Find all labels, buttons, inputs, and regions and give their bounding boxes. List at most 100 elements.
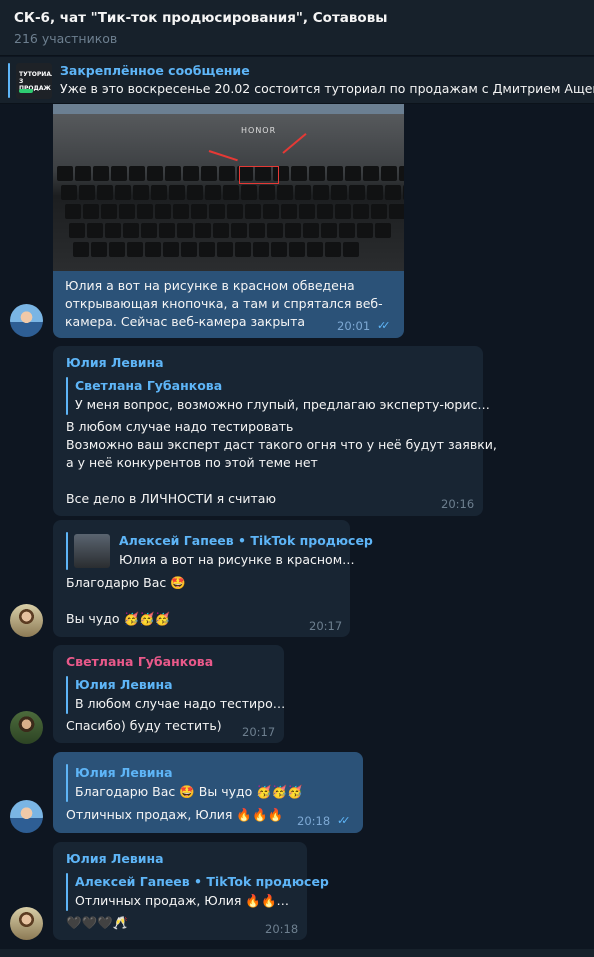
- message-bubble[interactable]: Юлия Левина Благодарю Вас 🤩 Вы чудо 🥳🥳🥳 …: [53, 752, 363, 833]
- reply-text: Отличных продаж, Юлия 🔥🔥…: [75, 893, 290, 908]
- keyboard-key: [327, 166, 343, 181]
- message-text-line: Возможно ваш эксперт даст такого огня чт…: [66, 437, 497, 452]
- pinned-message[interactable]: ТУТОРИАЛЗ ПРОДАЖ Закреплённое сообщение …: [0, 57, 594, 104]
- reply-quote[interactable]: Юлия Левина Благодарю Вас 🤩 Вы чудо 🥳🥳🥳: [66, 764, 356, 802]
- keyboard-key: [307, 242, 323, 257]
- message-time: 20:01: [337, 319, 371, 333]
- keyboard-key: [367, 185, 383, 200]
- reply-author: Алексей Гапеев • TikTok продюсер: [75, 874, 329, 889]
- reply-text: Благодарю Вас 🤩 Вы чудо 🥳🥳🥳: [75, 784, 303, 799]
- keyboard-key: [249, 223, 265, 238]
- keyboard-key: [187, 185, 203, 200]
- reply-quote[interactable]: Алексей Гапеев • TikTok продюсер Отличны…: [66, 873, 329, 911]
- message-bubble[interactable]: Светлана Губанкова Юлия Левина В любом с…: [53, 645, 285, 743]
- keyboard-key: [199, 242, 215, 257]
- keyboard-key: [141, 223, 157, 238]
- red-highlight-box: [239, 166, 279, 184]
- keyboard-key: [195, 223, 211, 238]
- keyboard-key: [353, 204, 369, 219]
- avatar[interactable]: [10, 711, 43, 744]
- keyboard-key: [399, 166, 404, 181]
- message-text-line: Вы чудо 🥳🥳🥳: [66, 611, 171, 626]
- keyboard-key: [75, 166, 91, 181]
- keyboard-key: [321, 223, 337, 238]
- keyboard-key: [253, 242, 269, 257]
- message-text-line: 🖤🖤🖤🥂: [66, 915, 129, 930]
- keyboard-key: [177, 223, 193, 238]
- avatar[interactable]: [10, 304, 43, 337]
- message-author: Юлия Левина: [66, 851, 164, 866]
- message-bubble[interactable]: Алексей Гапеев • TikTok продюсер Юлия а …: [53, 520, 373, 637]
- keyboard-key: [105, 223, 121, 238]
- keyboard-key: [259, 185, 275, 200]
- keyboard-key: [303, 223, 319, 238]
- keyboard-key: [403, 185, 404, 200]
- keyboard-key: [101, 204, 117, 219]
- avatar[interactable]: [10, 907, 43, 940]
- keyboard-key: [137, 204, 153, 219]
- keyboard-key: [65, 204, 81, 219]
- reply-author: Юлия Левина: [75, 677, 173, 692]
- keyboard-key: [331, 185, 347, 200]
- message-text-line: Юлия а вот на рисунке в красном обведена: [65, 278, 355, 293]
- reply-thumbnail: [74, 534, 110, 568]
- keyboard-key: [91, 242, 107, 257]
- pinned-text: Уже в это воскресенье 20.02 состоится ту…: [60, 81, 594, 96]
- reply-quote[interactable]: Юлия Левина В любом случае надо тестиро…: [66, 676, 285, 714]
- reply-quote[interactable]: Алексей Гапеев • TikTok продюсер Юлия а …: [66, 532, 373, 570]
- keyboard-key: [281, 204, 297, 219]
- keyboard-key: [371, 204, 387, 219]
- keyboard-key: [109, 242, 125, 257]
- red-arrow: [208, 150, 238, 162]
- message-bubble[interactable]: Юлия Левина Светлана Губанкова У меня во…: [53, 346, 497, 516]
- keyboard-key: [325, 242, 341, 257]
- message-text-line: Отличных продаж, Юлия 🔥🔥🔥: [66, 807, 284, 822]
- keyboard-key: [223, 185, 239, 200]
- keyboard-key: [83, 204, 99, 219]
- keyboard-key: [285, 223, 301, 238]
- keyboard-key: [169, 185, 185, 200]
- keyboard-key: [97, 185, 113, 200]
- keyboard-key: [163, 242, 179, 257]
- keyboard-key: [201, 166, 217, 181]
- reply-quote[interactable]: Светлана Губанкова У меня вопрос, возмож…: [66, 377, 490, 415]
- keyboard-key: [267, 223, 283, 238]
- keyboard-key: [147, 166, 163, 181]
- keyboard-key: [119, 204, 135, 219]
- keyboard-key: [111, 166, 127, 181]
- keyboard-key: [155, 204, 171, 219]
- keyboard-key: [291, 166, 307, 181]
- reply-text: Юлия а вот на рисунке в красном…: [119, 552, 355, 567]
- keyboard-key: [129, 166, 145, 181]
- chat-header[interactable]: СК-6, чат "Тик-ток продюсирования", Сота…: [0, 0, 594, 56]
- keyboard-key: [115, 185, 131, 200]
- message-author: Юлия Левина: [66, 355, 164, 370]
- keyboard-key: [69, 223, 85, 238]
- keyboard-key: [165, 166, 181, 181]
- keyboard-photo[interactable]: HONOR: [53, 104, 404, 271]
- chat-title: СК-6, чат "Тик-ток продюсирования", Сота…: [14, 10, 388, 26]
- message-text-line: В любом случае надо тестировать: [66, 419, 294, 434]
- avatar[interactable]: [10, 800, 43, 833]
- reply-author: Юлия Левина: [75, 765, 173, 780]
- keyboard-key: [263, 204, 279, 219]
- message-bubble[interactable]: Юлия Левина Алексей Гапеев • TikTok прод…: [53, 842, 329, 940]
- message-text-line: открывающая кнопочка, а там и спрятался …: [65, 296, 383, 311]
- keyboard-key: [151, 185, 167, 200]
- keyboard-key: [389, 204, 404, 219]
- avatar[interactable]: [10, 604, 43, 637]
- keyboard-key: [343, 242, 359, 257]
- message-text-line: камера. Сейчас веб-камера закрыта: [65, 314, 306, 329]
- pinned-label: Закреплённое сообщение: [60, 63, 250, 78]
- keyboard-key: [93, 166, 109, 181]
- keyboard-key: [79, 185, 95, 200]
- keyboard-key: [363, 166, 379, 181]
- reply-text: У меня вопрос, возможно глупый, предлага…: [75, 397, 490, 412]
- message-time: 20:16: [441, 497, 475, 511]
- message-time: 20:17: [242, 725, 276, 739]
- composer-edge: [0, 949, 594, 957]
- message-time: 20:17: [309, 619, 343, 633]
- keyboard-key: [213, 223, 229, 238]
- keyboard-key: [73, 242, 89, 257]
- members-count: 216 участников: [14, 31, 118, 46]
